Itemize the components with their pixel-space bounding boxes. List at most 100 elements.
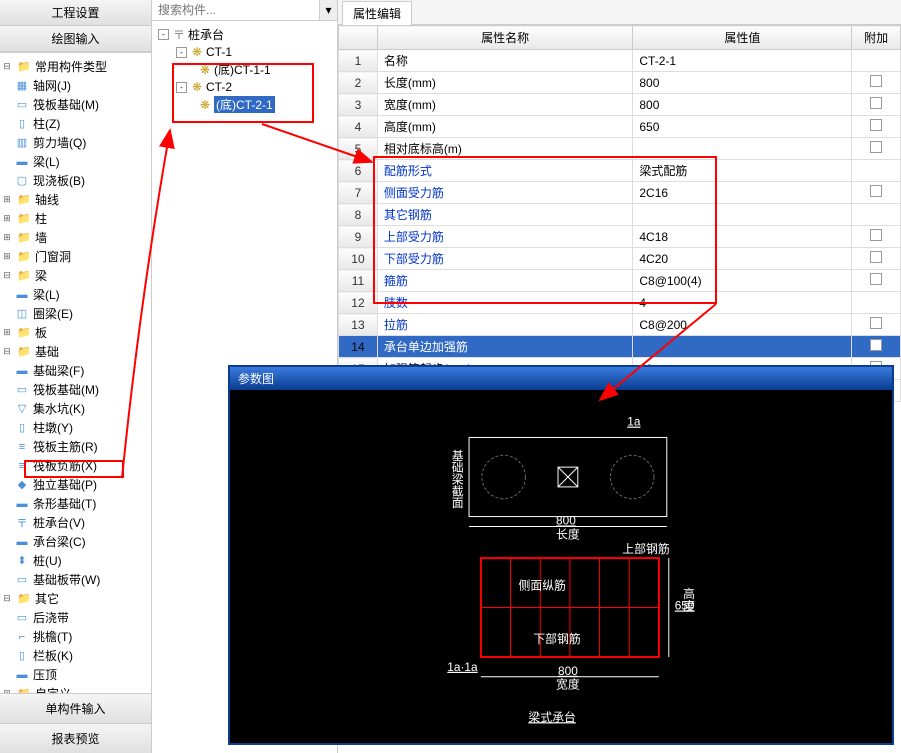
search-input[interactable] xyxy=(152,0,319,20)
collapse-icon[interactable]: - xyxy=(158,29,169,40)
attr-name-cell[interactable]: 承台单边加强筋 xyxy=(377,336,632,358)
tree-item[interactable]: ▬承台梁(C) xyxy=(0,532,151,551)
tree-item[interactable]: ≡筏板主筋(R) xyxy=(0,437,151,456)
property-row[interactable]: 5相对底标高(m) xyxy=(339,138,901,160)
tree-item[interactable]: ▬压顶 xyxy=(0,665,151,684)
mt-ct1[interactable]: - ❋ CT-1 xyxy=(154,44,335,60)
attr-value-cell[interactable] xyxy=(633,204,852,226)
attr-append-cell[interactable] xyxy=(852,50,901,72)
collapse-icon[interactable]: ⊟ xyxy=(0,592,14,606)
tree-item[interactable]: ▯柱(Z) xyxy=(0,114,151,133)
tree-item[interactable]: ⬍桩(U) xyxy=(0,551,151,570)
attr-value-cell[interactable]: 800 xyxy=(633,94,852,116)
tree-item[interactable]: ▭筏板基础(M) xyxy=(0,380,151,399)
tree-item[interactable]: ◆独立基础(P) xyxy=(0,475,151,494)
report-preview-btn[interactable]: 报表预览 xyxy=(0,723,151,753)
attr-value-cell[interactable]: 4 xyxy=(633,292,852,314)
col-attr-value[interactable]: 属性值 xyxy=(633,26,852,50)
tree-item[interactable]: ▭后浇带 xyxy=(0,608,151,627)
tree-item[interactable]: ▬梁(L) xyxy=(0,152,151,171)
checkbox[interactable] xyxy=(870,185,882,197)
mt-ct2[interactable]: - ❋ CT-2 xyxy=(154,79,335,95)
collapse-icon[interactable]: - xyxy=(176,82,187,93)
attr-name-cell[interactable]: 相对底标高(m) xyxy=(377,138,632,160)
expand-icon[interactable]: ⊞ xyxy=(0,231,14,245)
tree-group-qita[interactable]: ⊟📁其它 xyxy=(0,589,151,608)
attr-append-cell[interactable] xyxy=(852,204,901,226)
checkbox[interactable] xyxy=(870,119,882,131)
expand-icon[interactable]: ⊞ xyxy=(0,212,14,226)
attr-name-cell[interactable]: 上部受力筋 xyxy=(377,226,632,248)
collapse-icon[interactable]: ⊟ xyxy=(0,60,14,74)
property-row[interactable]: 3宽度(mm)800 xyxy=(339,94,901,116)
attr-name-cell[interactable]: 名称 xyxy=(377,50,632,72)
tree-item[interactable]: ≡筏板负筋(X) xyxy=(0,456,151,475)
single-component-input-btn[interactable]: 单构件输入 xyxy=(0,693,151,723)
tree-item-pile-cap[interactable]: 〒桩承台(V) xyxy=(0,513,151,532)
property-row[interactable]: 10下部受力筋4C20 xyxy=(339,248,901,270)
attr-value-cell[interactable]: 4C20 xyxy=(633,248,852,270)
tree-group-zdy[interactable]: ⊞📁自定义 xyxy=(0,684,151,693)
attr-name-cell[interactable]: 拉筋 xyxy=(377,314,632,336)
attr-append-cell[interactable] xyxy=(852,292,901,314)
tree-item[interactable]: ▭基础板带(W) xyxy=(0,570,151,589)
attr-append-cell[interactable] xyxy=(852,270,901,292)
property-row[interactable]: 14承台单边加强筋 xyxy=(339,336,901,358)
checkbox[interactable] xyxy=(870,75,882,87)
expand-icon[interactable]: ⊞ xyxy=(0,250,14,264)
attr-append-cell[interactable] xyxy=(852,226,901,248)
checkbox[interactable] xyxy=(870,251,882,263)
attr-name-cell[interactable]: 箍筋 xyxy=(377,270,632,292)
checkbox[interactable] xyxy=(870,273,882,285)
property-row[interactable]: 12肢数4 xyxy=(339,292,901,314)
attr-name-cell[interactable]: 宽度(mm) xyxy=(377,94,632,116)
tree-item[interactable]: ▦轴网(J) xyxy=(0,76,151,95)
tree-item[interactable]: ▯柱墩(Y) xyxy=(0,418,151,437)
attr-name-cell[interactable]: 长度(mm) xyxy=(377,72,632,94)
tree-item[interactable]: ▭筏板基础(M) xyxy=(0,95,151,114)
col-append[interactable]: 附加 xyxy=(852,26,901,50)
tree-group-liang[interactable]: ⊟📁梁 xyxy=(0,266,151,285)
attr-name-cell[interactable]: 侧面受力筋 xyxy=(377,182,632,204)
attr-append-cell[interactable] xyxy=(852,94,901,116)
attr-name-cell[interactable]: 下部受力筋 xyxy=(377,248,632,270)
tree-item[interactable]: ▬条形基础(T) xyxy=(0,494,151,513)
attr-append-cell[interactable] xyxy=(852,160,901,182)
mt-root[interactable]: - 〒 桩承台 xyxy=(154,25,335,44)
expand-icon[interactable]: ⊞ xyxy=(0,193,14,207)
tree-item[interactable]: ⌐挑檐(T) xyxy=(0,627,151,646)
attr-value-cell[interactable]: 800 xyxy=(633,72,852,94)
checkbox[interactable] xyxy=(870,97,882,109)
collapse-icon[interactable]: - xyxy=(176,47,187,58)
attr-append-cell[interactable] xyxy=(852,72,901,94)
property-row[interactable]: 11箍筋C8@100(4) xyxy=(339,270,901,292)
expand-icon[interactable]: ⊞ xyxy=(0,326,14,340)
attr-append-cell[interactable] xyxy=(852,336,901,358)
attr-append-cell[interactable] xyxy=(852,138,901,160)
collapse-icon[interactable]: ⊟ xyxy=(0,269,14,283)
tree-group-jichu[interactable]: ⊟📁基础 xyxy=(0,342,151,361)
tree-item[interactable]: ▯栏板(K) xyxy=(0,646,151,665)
attr-name-cell[interactable]: 配筋形式 xyxy=(377,160,632,182)
attr-append-cell[interactable] xyxy=(852,248,901,270)
tree-item[interactable]: ▢现浇板(B) xyxy=(0,171,151,190)
attr-value-cell[interactable]: 650 xyxy=(633,116,852,138)
project-settings-btn[interactable]: 工程设置 xyxy=(0,0,151,26)
attr-append-cell[interactable] xyxy=(852,116,901,138)
tab-property-edit[interactable]: 属性编辑 xyxy=(342,1,412,25)
attr-value-cell[interactable] xyxy=(633,336,852,358)
attr-name-cell[interactable]: 肢数 xyxy=(377,292,632,314)
property-row[interactable]: 4高度(mm)650 xyxy=(339,116,901,138)
attr-append-cell[interactable] xyxy=(852,314,901,336)
tree-item[interactable]: ▽集水坑(K) xyxy=(0,399,151,418)
property-row[interactable]: 6配筋形式梁式配筋 xyxy=(339,160,901,182)
tree-root[interactable]: ⊟ 📁 常用构件类型 xyxy=(0,57,151,76)
property-row[interactable]: 9上部受力筋4C18 xyxy=(339,226,901,248)
mt-ct1-sub[interactable]: ❋ (底)CT-1-1 xyxy=(154,60,335,79)
draw-input-btn[interactable]: 绘图输入 xyxy=(0,26,151,52)
attr-value-cell[interactable]: 梁式配筋 xyxy=(633,160,852,182)
tree-group-zhouxian[interactable]: ⊞📁轴线 xyxy=(0,190,151,209)
mt-ct2-sub[interactable]: ❋ (底)CT-2-1 xyxy=(154,95,335,114)
attr-name-cell[interactable]: 其它钢筋 xyxy=(377,204,632,226)
property-row[interactable]: 1名称CT-2-1 xyxy=(339,50,901,72)
